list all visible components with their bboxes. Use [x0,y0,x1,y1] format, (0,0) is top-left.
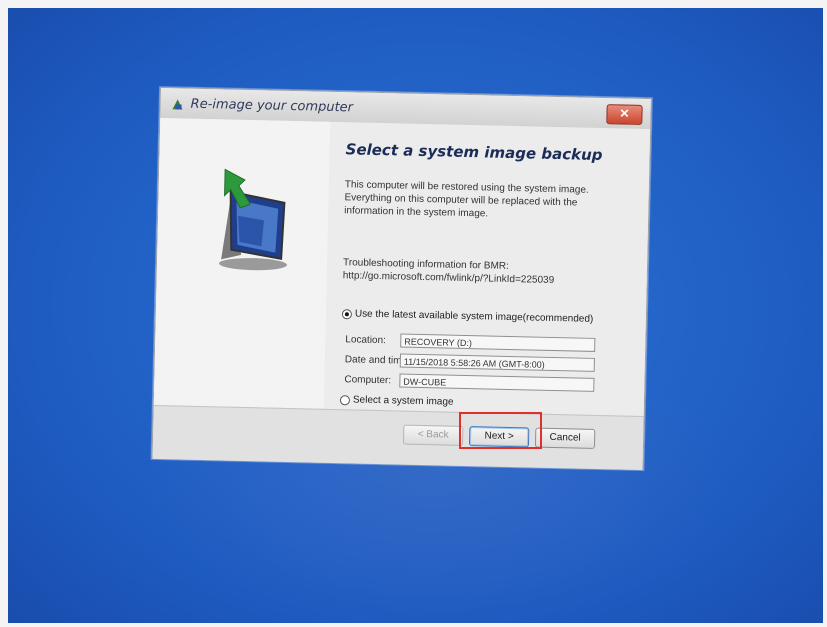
dialog-content: Select a system image backup This comput… [153,118,651,417]
datetime-field: 11/15/2018 5:58:26 AM (GMT-8:00) [399,353,595,372]
restore-computer-icon [219,168,287,271]
close-button[interactable]: ✕ [606,104,643,125]
computer-label: Computer: [344,374,392,387]
computer-field: DW-CUBE [399,373,595,392]
cancel-button[interactable]: Cancel [534,427,596,449]
select-image-option[interactable]: Select a system image [339,394,454,408]
desktop-background: Re-image your computer ✕ Select a system… [8,8,823,623]
page-heading: Select a system image backup [345,140,603,165]
select-image-label: Select a system image [352,394,454,408]
location-field: RECOVERY (D:) [400,333,596,352]
reimage-icon [170,97,184,111]
window-title: Re-image your computer [190,96,354,116]
use-latest-option[interactable]: Use the latest available system image(re… [341,308,594,325]
use-latest-radio[interactable] [341,308,353,319]
troubleshoot-info: Troubleshooting information for BMR: htt… [343,256,634,289]
back-button[interactable]: < Back [402,424,464,446]
location-label: Location: [345,334,387,347]
description-text: This computer will be restored using the… [344,179,589,220]
use-latest-label: Use the latest available system image(re… [354,308,594,325]
left-pane [153,118,331,409]
reimage-dialog: Re-image your computer ✕ Select a system… [151,87,652,471]
next-button-highlight [459,412,542,449]
select-image-radio[interactable] [339,394,351,405]
button-bar: < Back Next > Cancel [152,404,644,471]
